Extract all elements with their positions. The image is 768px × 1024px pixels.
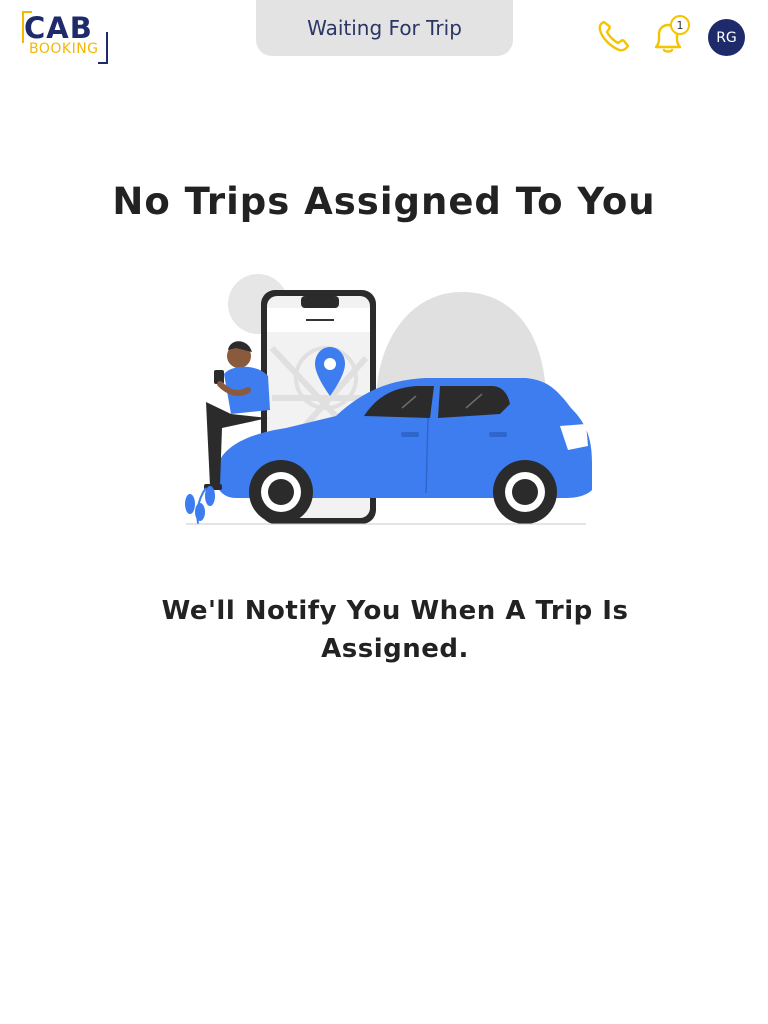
phone-icon[interactable]: [596, 18, 632, 54]
logo-secondary-text: BOOKING: [29, 41, 99, 57]
page: CAB BOOKING Waiting For Trip 1 RG No Tri…: [0, 0, 768, 1024]
user-avatar[interactable]: RG: [708, 19, 745, 56]
page-title: No Trips Assigned To You: [112, 180, 656, 223]
logo-primary-text: CAB: [24, 11, 93, 45]
notification-count-badge: 1: [670, 15, 690, 35]
person-with-phone-and-car-illustration: [176, 268, 596, 530]
trip-status-pill: Waiting For Trip: [256, 0, 513, 56]
notify-message: We'll Notify You When A Trip Is Assigned…: [161, 596, 629, 664]
logo-bracket-bottom-right: [98, 32, 108, 64]
app-logo[interactable]: CAB BOOKING: [22, 11, 108, 64]
